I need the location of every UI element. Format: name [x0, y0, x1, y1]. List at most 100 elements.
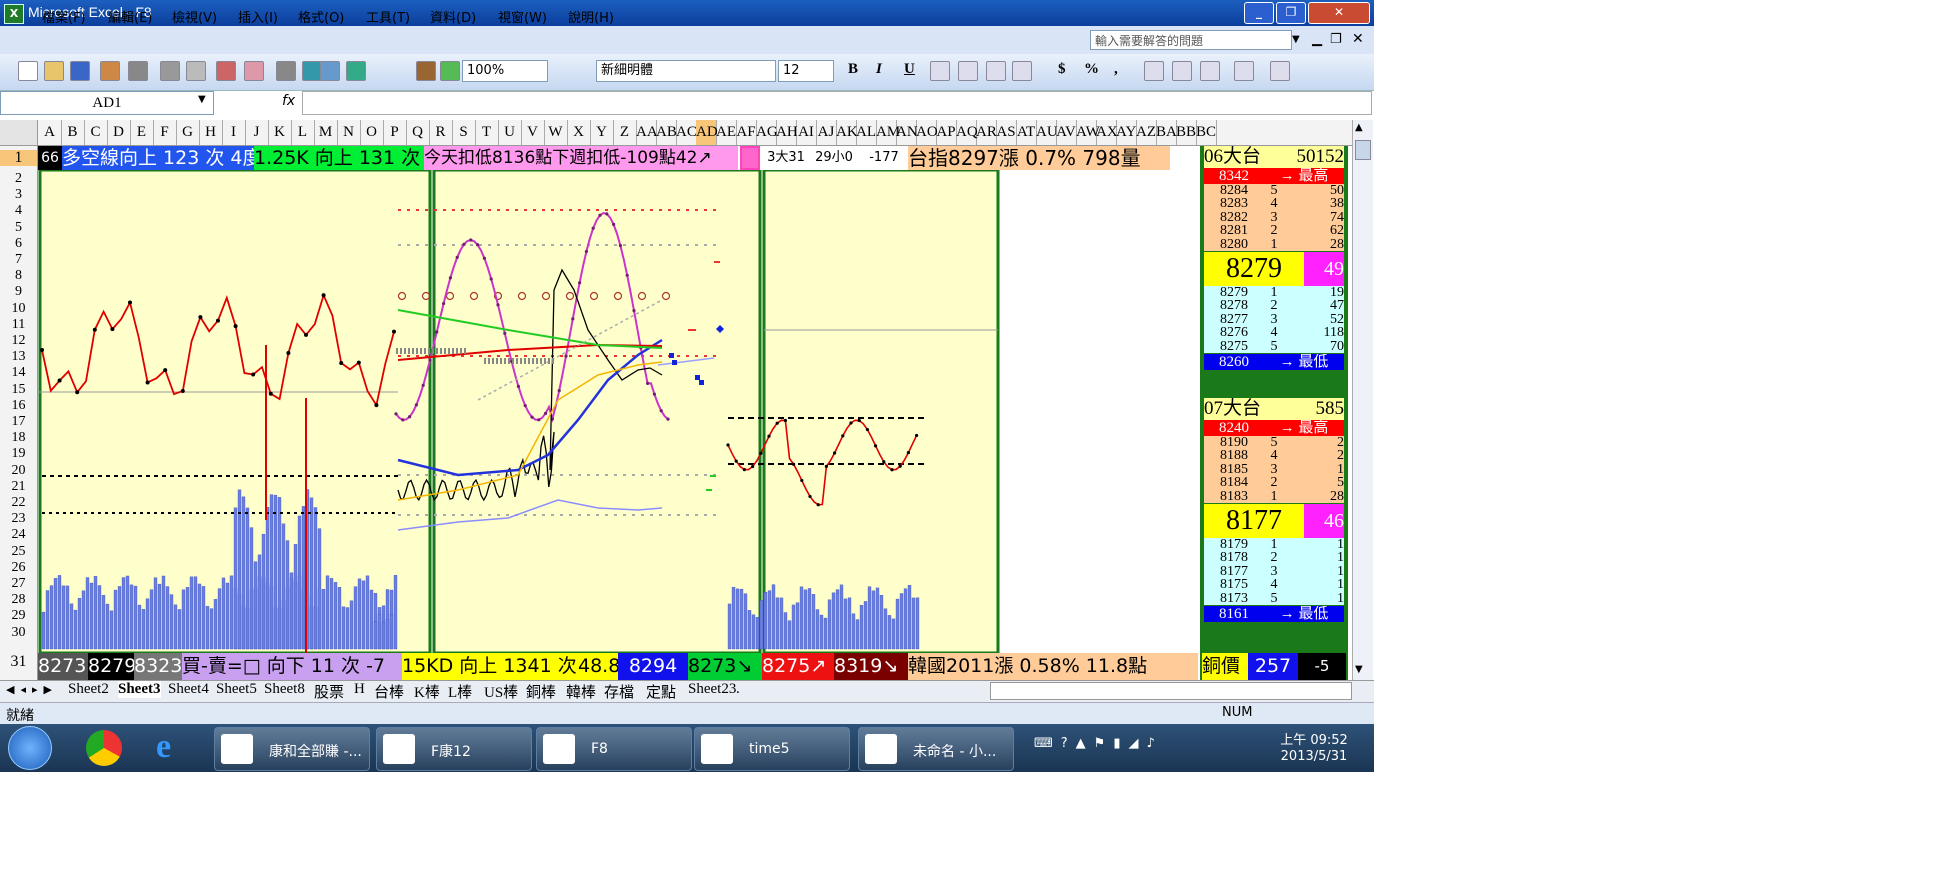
row-header-cell[interactable]: 26 — [0, 560, 37, 575]
clock-time[interactable]: 上午 09:52 — [1266, 729, 1362, 748]
font-size-select[interactable]: 12 — [778, 60, 834, 82]
column-header-cell[interactable]: T — [475, 120, 499, 145]
column-header-cell[interactable]: N — [337, 120, 361, 145]
column-header-cell[interactable]: AW — [1076, 120, 1100, 145]
column-header-cell[interactable]: AP — [936, 120, 957, 145]
row-header-cell[interactable]: 17 — [0, 415, 37, 429]
name-box[interactable]: AD1 — [0, 91, 214, 115]
help-search-input[interactable]: 輸入需要解答的問題 — [1090, 30, 1292, 50]
currency-button[interactable]: $ — [1058, 61, 1066, 78]
row-header-cell[interactable]: 15 — [0, 382, 37, 397]
column-header-cell[interactable]: A — [38, 120, 62, 145]
taskbar-item[interactable]: F8 — [536, 727, 692, 771]
column-header-cell[interactable]: AH — [776, 120, 798, 145]
sheet-tab[interactable]: 存檔 — [604, 681, 634, 702]
sheet-tab[interactable]: 定點 — [646, 681, 676, 702]
row-header-cell[interactable]: 2 — [0, 172, 37, 186]
row-header-cell[interactable]: 1 — [0, 150, 37, 166]
format-button-icon[interactable] — [1270, 61, 1290, 81]
sheet-tab[interactable]: 韓棒 — [566, 681, 596, 702]
column-header-cell[interactable]: AB — [656, 120, 677, 145]
taskbar-item[interactable]: F康12 — [376, 727, 532, 771]
row-header-cell[interactable]: 22 — [0, 496, 37, 510]
toolbar-button-icon[interactable] — [416, 61, 436, 81]
scroll-down-icon[interactable]: ▼ — [1355, 664, 1363, 675]
row-header-cell[interactable]: 16 — [0, 398, 37, 413]
row-header-cell[interactable]: 20 — [0, 463, 37, 478]
sheet-tab[interactable]: L棒 — [448, 681, 472, 702]
column-header-cell[interactable]: AR — [976, 120, 997, 145]
row-header-cell[interactable]: 8 — [0, 269, 37, 283]
row-header-cell[interactable]: 5 — [0, 220, 37, 235]
menu-item[interactable]: 插入(I) — [238, 7, 278, 26]
column-header-cell[interactable]: U — [498, 120, 522, 145]
column-header-cell[interactable]: AZ — [1136, 120, 1157, 145]
row-header-cell[interactable]: 12 — [0, 334, 37, 348]
menu-item[interactable]: 檔案(F) — [42, 7, 86, 26]
column-header-cell[interactable]: AJ — [816, 120, 837, 145]
toolbar-button-icon[interactable] — [100, 61, 120, 81]
doc-restore-icon[interactable]: ❐ — [1330, 32, 1342, 47]
toolbar-button-icon[interactable] — [320, 61, 340, 81]
bold-button[interactable]: B — [848, 61, 858, 78]
toolbar-button-icon[interactable] — [18, 61, 38, 81]
sheet-tab[interactable]: . — [736, 681, 740, 698]
ie-icon[interactable]: e — [156, 728, 171, 766]
percent-button[interactable]: % — [1084, 61, 1099, 78]
column-header-cell[interactable]: BB — [1176, 120, 1197, 145]
row-header-cell[interactable]: 7 — [0, 253, 37, 267]
row-header-cell[interactable]: 27 — [0, 577, 37, 591]
row-header-cell[interactable]: 9 — [0, 285, 37, 299]
column-header-cell[interactable]: AD — [696, 120, 718, 145]
column-header-cell[interactable]: Y — [590, 120, 614, 145]
column-header-cell[interactable]: D — [107, 120, 131, 145]
row-header-cell[interactable]: 14 — [0, 366, 37, 380]
name-box-dropdown-icon[interactable]: ▼ — [198, 94, 206, 105]
row-header-cell[interactable]: 11 — [0, 317, 37, 332]
column-header-cell[interactable]: AF — [736, 120, 757, 145]
column-header-cell[interactable]: H — [199, 120, 223, 145]
sheet-tab[interactable]: H — [354, 681, 365, 698]
toolbar-button-icon[interactable] — [44, 61, 64, 81]
row-header-cell[interactable]: 4 — [0, 204, 37, 218]
row-header-cell[interactable]: 13 — [0, 350, 37, 364]
active-cell-ad1[interactable] — [740, 146, 760, 170]
toolbar-button-icon[interactable] — [128, 61, 148, 81]
sheet-tab[interactable]: 銅棒 — [526, 681, 556, 702]
underline-button[interactable]: U — [904, 61, 915, 78]
column-header-cell[interactable]: AY — [1116, 120, 1137, 145]
toolbar-button-icon[interactable] — [302, 61, 322, 81]
format-button-icon[interactable] — [986, 61, 1006, 81]
comma-button[interactable]: , — [1114, 61, 1118, 78]
row-header-cell[interactable]: 3 — [0, 188, 37, 202]
close-button[interactable]: ✕ — [1308, 2, 1370, 24]
row-header-cell[interactable]: 30 — [0, 625, 37, 640]
column-header-cell[interactable]: AC — [676, 120, 697, 145]
start-button[interactable] — [8, 726, 52, 770]
menu-item[interactable]: 視窗(W) — [498, 7, 547, 26]
column-header-cell[interactable]: AT — [1016, 120, 1037, 145]
row-header-cell[interactable]: 18 — [0, 431, 37, 445]
column-header-cell[interactable]: P — [383, 120, 407, 145]
format-button-icon[interactable] — [1200, 61, 1220, 81]
row-header-cell[interactable]: 28 — [0, 593, 37, 607]
format-button-icon[interactable] — [930, 61, 950, 81]
sheet-tab[interactable]: Sheet4 — [168, 681, 209, 698]
row-header-cell[interactable]: 31 — [0, 654, 37, 670]
menu-item[interactable]: 檢視(V) — [172, 7, 217, 26]
format-button-icon[interactable] — [958, 61, 978, 81]
sheet-tab[interactable]: Sheet2 — [68, 681, 109, 698]
formula-input[interactable] — [302, 91, 1372, 115]
column-header-cell[interactable]: I — [222, 120, 246, 145]
sheet-tab[interactable]: 台棒 — [374, 681, 404, 702]
column-header-cell[interactable]: J — [245, 120, 269, 145]
doc-close-icon[interactable]: ✕ — [1352, 31, 1364, 47]
taskbar-item[interactable]: time5 — [694, 727, 850, 771]
toolbar-button-icon[interactable] — [186, 61, 206, 81]
row-header-cell[interactable]: 19 — [0, 447, 37, 461]
column-header-cell[interactable]: AS — [996, 120, 1017, 145]
column-header-cell[interactable]: AK — [836, 120, 858, 145]
format-button-icon[interactable] — [1234, 61, 1254, 81]
column-header-cell[interactable]: AX — [1096, 120, 1118, 145]
row-header-cell[interactable]: 29 — [0, 609, 37, 623]
